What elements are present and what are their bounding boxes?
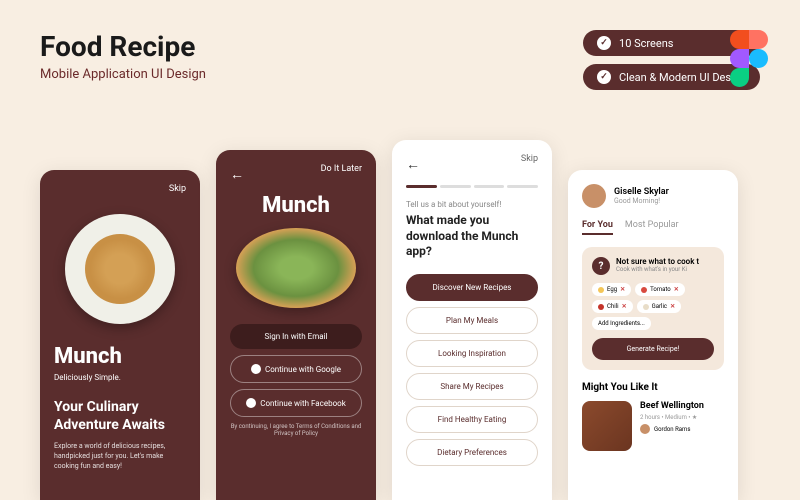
continue-facebook-button[interactable]: Continue with Facebook — [230, 389, 362, 417]
close-icon[interactable]: ✕ — [670, 303, 675, 310]
page-subtitle: Mobile Application UI Design — [40, 67, 206, 82]
plate-image — [65, 214, 175, 324]
skip-button[interactable]: Skip — [169, 184, 186, 194]
recipe-title: Beef Wellington — [640, 401, 704, 411]
close-icon[interactable]: ✕ — [622, 303, 627, 310]
back-icon[interactable]: ← — [406, 157, 420, 173]
brand-logo: Munch — [54, 344, 186, 369]
recipe-card[interactable]: Beef Wellington 2 hours • Medium • ★ Gor… — [582, 401, 724, 451]
chef-avatar — [640, 424, 650, 434]
card-subtitle: Cook with what's in your Ki — [616, 266, 699, 273]
ingredient-chips: Egg✕ Tomato✕ Chili✕ Garlic✕ Add Ingredie… — [592, 283, 714, 330]
progress-bar — [406, 185, 538, 188]
signin-email-button[interactable]: Sign In with Email — [230, 324, 362, 349]
tabs: For You Most Popular — [582, 220, 724, 235]
option-inspiration[interactable]: Looking Inspiration — [406, 340, 538, 367]
chef-info: Gordon Rams — [640, 424, 704, 434]
onboarding-heading: Your Culinary Adventure Awaits — [54, 398, 186, 434]
greeting: Good Morning! — [614, 197, 669, 205]
user-name: Giselle Skylar — [614, 187, 669, 197]
close-icon[interactable]: ✕ — [620, 286, 625, 293]
survey-heading: What made you download the Munch app? — [406, 213, 538, 260]
chip-egg[interactable]: Egg✕ — [592, 283, 631, 296]
card-title: Not sure what to cook t — [616, 257, 699, 266]
generate-button[interactable]: Generate Recipe! — [592, 338, 714, 360]
legal-text: By continuing, I agree to Terms of Condi… — [230, 423, 362, 437]
google-icon — [251, 364, 261, 374]
screen-survey: ← Skip Tell us a bit about yourself! Wha… — [392, 140, 552, 500]
do-later-button[interactable]: Do It Later — [321, 164, 362, 174]
option-discover[interactable]: Discover New Recipes — [406, 274, 538, 301]
continue-google-button[interactable]: Continue with Google — [230, 355, 362, 383]
add-ingredients[interactable]: Add Ingredients... — [592, 317, 651, 330]
question-icon: ? — [592, 257, 610, 275]
screen-home: Giselle Skylar Good Morning! For You Mos… — [568, 170, 738, 500]
screen-onboarding: Skip Munch Deliciously Simple. Your Culi… — [40, 170, 200, 500]
close-icon[interactable]: ✕ — [674, 286, 679, 293]
option-healthy[interactable]: Find Healthy Eating — [406, 406, 538, 433]
user-header[interactable]: Giselle Skylar Good Morning! — [582, 184, 724, 208]
option-plan[interactable]: Plan My Meals — [406, 307, 538, 334]
recipe-generator-card: ? Not sure what to cook t Cook with what… — [582, 247, 724, 370]
recipe-image — [582, 401, 632, 451]
back-icon[interactable]: ← — [230, 167, 244, 183]
check-icon: ✓ — [597, 36, 611, 50]
screen-signin: ← Do It Later Munch Sign In with Email C… — [216, 150, 376, 500]
chip-garlic[interactable]: Garlic✕ — [637, 300, 681, 313]
check-icon: ✓ — [597, 70, 611, 84]
option-share[interactable]: Share My Recipes — [406, 373, 538, 400]
avatar — [582, 184, 606, 208]
facebook-icon — [246, 398, 256, 408]
tab-popular[interactable]: Most Popular — [625, 220, 679, 235]
brand-tagline: Deliciously Simple. — [54, 373, 186, 382]
skip-button[interactable]: Skip — [521, 154, 538, 164]
salad-image — [236, 228, 356, 308]
brand-logo: Munch — [230, 193, 362, 218]
recipe-meta: 2 hours • Medium • ★ — [640, 414, 704, 421]
option-dietary[interactable]: Dietary Preferences — [406, 439, 538, 466]
survey-subtitle: Tell us a bit about yourself! — [406, 200, 538, 209]
chip-tomato[interactable]: Tomato✕ — [635, 283, 685, 296]
page-title: Food Recipe — [40, 30, 206, 63]
figma-icon — [730, 30, 770, 86]
onboarding-desc: Explore a world of delicious recipes, ha… — [54, 442, 186, 471]
chip-chili[interactable]: Chili✕ — [592, 300, 633, 313]
tab-for-you[interactable]: For You — [582, 220, 613, 235]
section-title: Might You Like It — [582, 382, 724, 393]
